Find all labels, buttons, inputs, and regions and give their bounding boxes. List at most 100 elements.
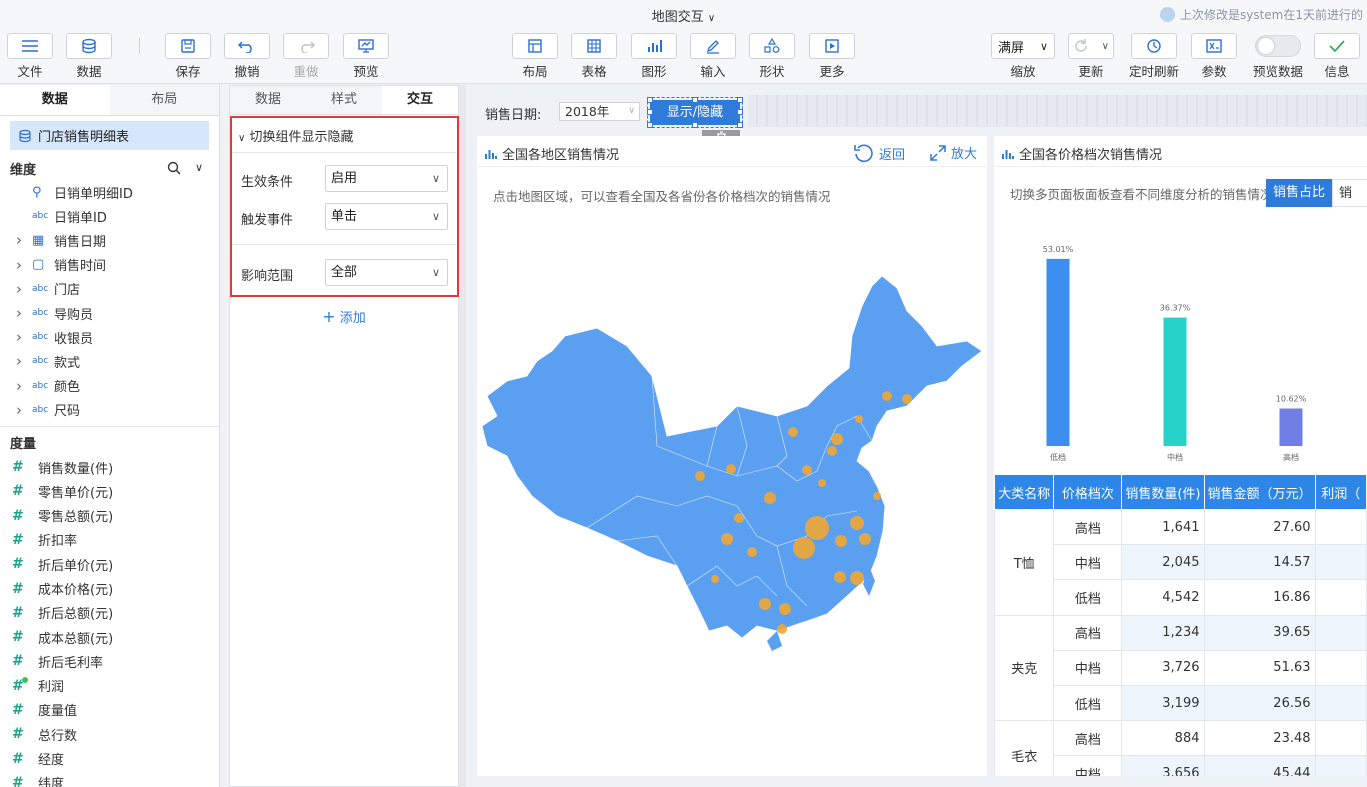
map-zoom-button[interactable]: 放大 — [929, 143, 977, 162]
dimension-item[interactable]: ⚲ 日销单明细ID — [0, 180, 219, 204]
measure-item[interactable]: # 折后毛利率 — [0, 649, 219, 673]
shape-button[interactable]: 形状 — [748, 33, 796, 80]
measure-item[interactable]: # 利润 — [0, 674, 219, 698]
tab-sales-share[interactable]: 销售占比 — [1266, 179, 1332, 207]
table-header-cell[interactable]: 大类名称 — [994, 474, 1055, 510]
measure-item[interactable]: # 成本价格(元) — [0, 576, 219, 600]
zoom-select[interactable]: 满屏 ∨ 缩放 — [990, 33, 1056, 80]
chevron-right-icon[interactable]: › — [16, 231, 28, 249]
input-button[interactable]: 输入 — [689, 33, 737, 80]
resize-handle[interactable] — [692, 122, 698, 128]
map-region — [481, 275, 983, 639]
layout-button[interactable]: 布局 — [511, 33, 559, 80]
measure-item[interactable]: # 销售数量(件) — [0, 455, 219, 479]
chevron-right-icon[interactable]: › — [16, 256, 28, 274]
table-cell: 高档 — [1053, 614, 1123, 651]
panel-scrollbar[interactable] — [459, 85, 466, 787]
chart-button[interactable]: 图形 — [630, 33, 678, 80]
dimension-item[interactable]: abc 日销单ID — [0, 204, 219, 228]
chevron-right-icon[interactable]: › — [16, 352, 28, 370]
chevron-down-icon: ∨ — [238, 133, 246, 144]
dimension-item[interactable]: › abc 尺码 — [0, 398, 219, 422]
table-button[interactable]: 表格 — [570, 33, 618, 80]
measure-item[interactable]: # 零售总额(元) — [0, 503, 219, 527]
abc-field-icon: abc — [32, 308, 49, 319]
save-button[interactable]: 保存 — [164, 33, 212, 80]
measure-item[interactable]: # 度量值 — [0, 698, 219, 722]
refresh-button[interactable]: ∨ 更新 — [1067, 33, 1115, 80]
dataset-item[interactable]: 门店销售明细表 — [10, 121, 209, 150]
tab-style[interactable]: 样式 — [306, 86, 382, 114]
tab-data[interactable]: 数据 — [0, 85, 110, 115]
user-avatar-icon — [1159, 7, 1175, 22]
measure-item[interactable]: # 折扣率 — [0, 528, 219, 552]
chevron-right-icon[interactable]: › — [16, 401, 28, 419]
chevron-right-icon[interactable]: › — [16, 328, 28, 346]
resize-handle[interactable] — [737, 122, 743, 128]
effective-condition-select[interactable]: 启用 ∨ — [325, 165, 448, 192]
resize-handle[interactable] — [737, 97, 743, 103]
redo-button[interactable]: 重做 — [282, 33, 330, 80]
resize-handle[interactable] — [692, 97, 698, 103]
file-button[interactable]: 文件 — [6, 33, 54, 80]
resize-handle[interactable] — [647, 97, 653, 103]
dimension-item[interactable]: › abc 收银员 — [0, 325, 219, 349]
params-button[interactable]: 参数 — [1190, 33, 1238, 80]
table-header-cell[interactable]: 销售数量(件) — [1121, 474, 1205, 510]
tab-interaction[interactable]: 交互 — [382, 86, 458, 114]
add-interaction-button[interactable]: + 添加 — [230, 307, 458, 326]
resize-handle[interactable] — [647, 109, 653, 115]
measure-item[interactable]: # 折后单价(元) — [0, 552, 219, 576]
table-header-cell[interactable]: 利润（ — [1314, 474, 1367, 510]
preview-data-toggle[interactable]: 预览数据 — [1250, 33, 1306, 80]
tab-data-props[interactable]: 数据 — [230, 86, 306, 114]
data-button[interactable]: 数据 — [65, 33, 113, 80]
dimension-item[interactable]: › ▢ 销售时间 — [0, 253, 219, 277]
chevron-down-icon[interactable]: ∨ — [195, 161, 203, 175]
search-icon[interactable] — [167, 161, 181, 175]
table-header-cell[interactable]: 价格档次 — [1053, 474, 1123, 510]
measure-item[interactable]: # 经度 — [0, 746, 219, 770]
number-field-icon: # — [12, 459, 24, 476]
resize-handle[interactable] — [737, 109, 743, 115]
dimension-item[interactable]: › abc 颜色 — [0, 374, 219, 398]
measure-item[interactable]: # 折后总额(元) — [0, 601, 219, 625]
toggle-switch[interactable] — [1255, 35, 1301, 57]
china-map[interactable] — [477, 266, 987, 686]
dimension-item[interactable]: › abc 导购员 — [0, 301, 219, 325]
resize-handle[interactable] — [647, 122, 653, 128]
scope-select[interactable]: 全部 ∨ — [325, 259, 448, 286]
measure-item[interactable]: # 纬度 — [0, 771, 219, 787]
dimension-item[interactable]: › abc 门店 — [0, 277, 219, 301]
database-icon — [82, 38, 96, 54]
tab-next-panel[interactable]: 销 — [1332, 179, 1367, 207]
more-button[interactable]: 更多 — [808, 33, 856, 80]
measure-item[interactable]: # 零售单价(元) — [0, 479, 219, 503]
preview-button[interactable]: 预览 — [342, 33, 390, 80]
tab-layout[interactable]: 布局 — [109, 85, 219, 115]
section-toggle[interactable]: ∨ 切换组件显示隐藏 — [238, 126, 353, 145]
bar-2[interactable] — [1279, 408, 1303, 446]
undo-button[interactable]: 撤销 — [223, 33, 271, 80]
measure-item[interactable]: # 总行数 — [0, 722, 219, 746]
bar-1[interactable] — [1163, 317, 1187, 446]
table-header-cell[interactable]: 销售金额（万元） — [1203, 474, 1316, 510]
chevron-right-icon[interactable]: › — [16, 377, 28, 395]
table-cell: 14.57 — [1203, 544, 1316, 581]
table-cell: 4,542 — [1121, 579, 1205, 616]
info-button[interactable]: 信息 — [1313, 33, 1361, 80]
date-filter-select[interactable]: 2018年 ∨ — [559, 102, 640, 121]
chevron-right-icon[interactable]: › — [16, 304, 28, 322]
measure-item[interactable]: # 成本总额(元) — [0, 625, 219, 649]
chevron-right-icon[interactable]: › — [16, 280, 28, 298]
expand-icon — [930, 144, 946, 161]
background-pattern — [748, 95, 1367, 127]
dimension-item[interactable]: › ▦ 销售日期 — [0, 228, 219, 252]
trigger-event-select[interactable]: 单击 ∨ — [325, 203, 448, 230]
table-cell: 39.65 — [1203, 614, 1316, 651]
map-region-hainan[interactable] — [767, 631, 782, 651]
dimension-item[interactable]: › abc 款式 — [0, 349, 219, 373]
bar-0[interactable] — [1046, 258, 1070, 446]
timer-refresh-button[interactable]: 定时刷新 — [1129, 33, 1179, 80]
map-back-button[interactable]: 返回 — [853, 143, 905, 163]
